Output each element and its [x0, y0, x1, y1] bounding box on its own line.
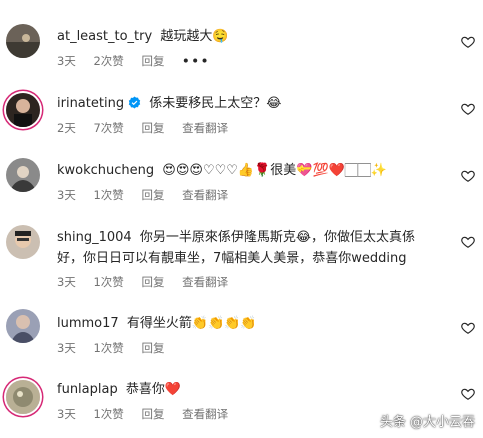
- avatar[interactable]: [6, 93, 40, 127]
- comment-meta: 3天 1次赞 回复 查看翻译: [57, 187, 242, 203]
- comment-meta: 3天 1次赞 回复 查看翻译: [57, 406, 242, 422]
- comment-item: lummo17 有得坐火箭👏👏👏👏 3天 1次赞 回复: [0, 305, 483, 367]
- reply-button[interactable]: 回复: [141, 54, 164, 68]
- see-translation-button[interactable]: 查看翻译: [182, 188, 228, 202]
- comment-line: funlaplap 恭喜你❤️: [57, 379, 441, 400]
- see-translation-button[interactable]: 查看翻译: [182, 275, 228, 289]
- watermark: 头条 @大小云吞: [379, 415, 475, 430]
- comment-username[interactable]: lummo17: [57, 316, 119, 331]
- comment-username[interactable]: irinateting: [57, 96, 124, 111]
- comment-item: at_least_to_try 越玩越大🤤 3天 2次赞 回复 •••: [0, 0, 483, 75]
- comment-body: lummo17 有得坐火箭👏👏👏👏: [57, 313, 441, 334]
- comment-meta: 2天 7次赞 回复 查看翻译: [57, 120, 242, 136]
- comment-text: 越玩越大🤤: [160, 29, 229, 44]
- comment-time: 3天: [57, 54, 76, 68]
- more-options-button[interactable]: •••: [182, 54, 210, 68]
- reply-button[interactable]: 回复: [141, 275, 164, 289]
- heart-outline-icon[interactable]: [461, 35, 475, 49]
- comment-line: at_least_to_try 越玩越大🤤: [57, 26, 441, 47]
- avatar[interactable]: [6, 24, 40, 58]
- heart-outline-icon[interactable]: [461, 321, 475, 335]
- avatar[interactable]: [6, 309, 40, 343]
- comment-text: 有得坐火箭👏👏👏👏: [126, 316, 257, 331]
- comment-likes[interactable]: 1次赞: [93, 188, 123, 202]
- heart-outline-icon[interactable]: [461, 169, 475, 183]
- reply-button[interactable]: 回复: [141, 188, 164, 202]
- comment-item: kwokchucheng 😍😍😍♡♡♡👍🌹很美💝💯❤️🏻🏻✨ 3天 1次赞 回复…: [0, 145, 483, 215]
- comment-likes[interactable]: 1次赞: [93, 407, 123, 421]
- comment-time: 3天: [57, 407, 76, 421]
- comment-line: irinateting 係未要移民上太空？😂: [57, 93, 441, 116]
- comment-time: 3天: [57, 341, 76, 355]
- comment-item: shing_1004 你另一半原來係伊隆馬斯克😂，你做佢太太真係 好，你日日可以…: [0, 215, 483, 305]
- comment-body: shing_1004 你另一半原來係伊隆馬斯克😂，你做佢太太真係 好，你日日可以…: [57, 227, 441, 269]
- comment-meta: 3天 1次赞 回复 查看翻译: [57, 274, 242, 290]
- comment-meta: 3天 1次赞 回复: [57, 340, 178, 356]
- reply-button[interactable]: 回复: [141, 341, 164, 355]
- comment-line: 好，你日日可以有靚車坐，7幅相美人美景，恭喜你wedding: [57, 248, 441, 269]
- comment-item: irinateting 係未要移民上太空？😂 2天 7次赞 回复 查看翻译: [0, 75, 483, 145]
- comment-likes[interactable]: 2次赞: [93, 54, 123, 68]
- comment-text: 恭喜你❤️: [125, 382, 182, 397]
- comment-username[interactable]: funlaplap: [57, 382, 118, 397]
- see-translation-button[interactable]: 查看翻译: [182, 407, 228, 421]
- comment-time: 3天: [57, 188, 76, 202]
- comment-likes[interactable]: 7次赞: [93, 121, 123, 135]
- comment-username[interactable]: kwokchucheng: [57, 163, 154, 178]
- avatar[interactable]: [6, 225, 40, 259]
- reply-button[interactable]: 回复: [141, 407, 164, 421]
- comment-body: at_least_to_try 越玩越大🤤: [57, 26, 441, 47]
- comment-likes[interactable]: 1次赞: [93, 341, 123, 355]
- comment-text: 你另一半原來係伊隆馬斯克😂，你做佢太太真係: [139, 230, 416, 245]
- comment-body: irinateting 係未要移民上太空？😂: [57, 93, 441, 116]
- heart-outline-icon[interactable]: [461, 387, 475, 401]
- avatar[interactable]: [6, 158, 40, 192]
- avatar[interactable]: [6, 380, 40, 414]
- comment-time: 3天: [57, 275, 76, 289]
- comment-likes[interactable]: 1次赞: [93, 275, 123, 289]
- comment-body: funlaplap 恭喜你❤️: [57, 379, 441, 400]
- heart-outline-icon[interactable]: [461, 102, 475, 116]
- heart-outline-icon[interactable]: [461, 235, 475, 249]
- verified-badge-icon: [128, 95, 141, 116]
- comment-body: kwokchucheng 😍😍😍♡♡♡👍🌹很美💝💯❤️🏻🏻✨: [57, 160, 441, 181]
- see-translation-button[interactable]: 查看翻译: [182, 121, 228, 135]
- comment-meta: 3天 2次赞 回复 •••: [57, 53, 224, 69]
- comment-line: lummo17 有得坐火箭👏👏👏👏: [57, 313, 441, 334]
- comment-line: shing_1004 你另一半原來係伊隆馬斯克😂，你做佢太太真係: [57, 227, 441, 248]
- comment-text: 係未要移民上太空？😂: [149, 96, 282, 111]
- comment-time: 2天: [57, 121, 76, 135]
- comment-line: kwokchucheng 😍😍😍♡♡♡👍🌹很美💝💯❤️🏻🏻✨: [57, 160, 441, 181]
- reply-button[interactable]: 回复: [141, 121, 164, 135]
- comment-username[interactable]: shing_1004: [57, 230, 132, 245]
- comment-username[interactable]: at_least_to_try: [57, 29, 152, 44]
- comment-text: 😍😍😍♡♡♡👍🌹很美💝💯❤️🏻🏻✨: [162, 163, 388, 178]
- comment-text: 好，你日日可以有靚車坐，7幅相美人美景，恭喜你wedding: [57, 251, 407, 266]
